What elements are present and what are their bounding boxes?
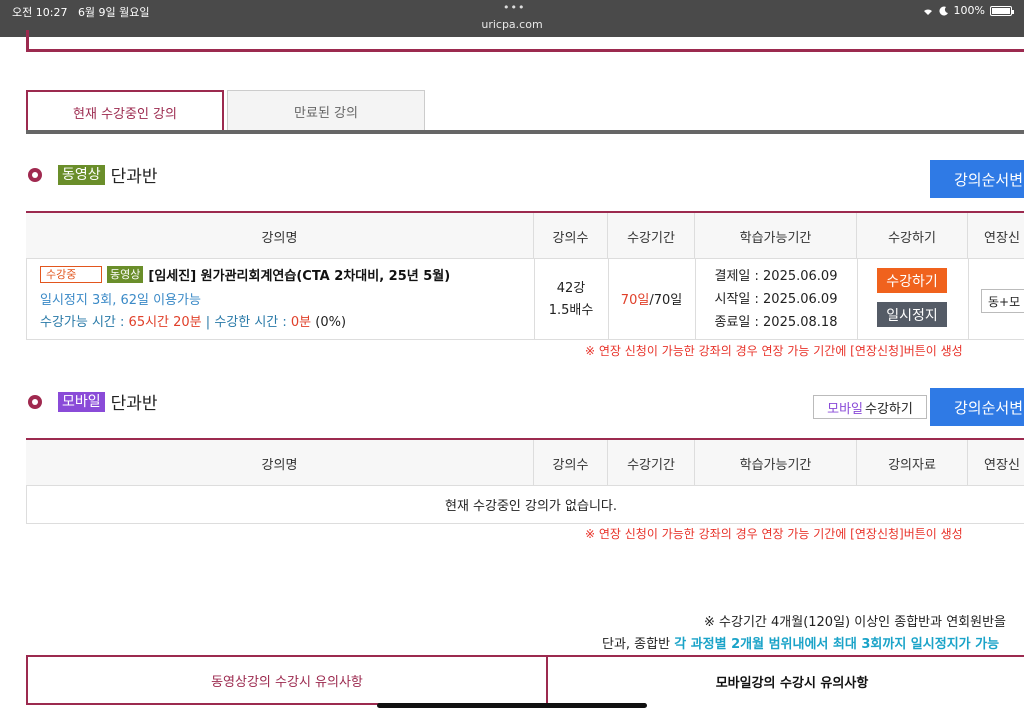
lecture-count: 42강 bbox=[556, 281, 586, 296]
col-header: 수강기간 bbox=[608, 440, 695, 486]
start-date: 시작일 : 2025.06.09 bbox=[714, 292, 838, 307]
video-table-header: 강의명 강의수 수강기간 학습가능기간 수강하기 연장신 bbox=[26, 213, 1024, 259]
col-header: 연장신 bbox=[984, 457, 1020, 473]
course-title-row: 수강중 동영상 [임세진] 원가관리회계연습(CTA 2차대비, 25년 5월) bbox=[40, 265, 450, 284]
col-header: 강의수 bbox=[534, 440, 608, 486]
status-badge: 수강중 bbox=[40, 266, 102, 283]
course-title[interactable]: [임세진] 원가관리회계연습(CTA 2차대비, 25년 5월) bbox=[148, 265, 450, 284]
col-header: 강의자료 bbox=[857, 440, 968, 486]
mobile-table-header: 강의명 강의수 수강기간 학습가능기간 강의자료 연장신 bbox=[26, 440, 1024, 486]
extend-button[interactable]: 동+모 7 bbox=[981, 289, 1024, 313]
col-header: 강의명 bbox=[26, 440, 534, 486]
top-box-frame bbox=[26, 30, 1024, 52]
divider bbox=[857, 259, 858, 340]
pause-info: 일시정지 3회, 62일 이용가능 bbox=[40, 293, 201, 308]
mobile-section-header: 모바일 단과반 bbox=[28, 389, 158, 414]
status-indicators: 100% bbox=[922, 4, 1014, 17]
lecture-order-button[interactable]: 강의순서변 bbox=[930, 388, 1024, 426]
battery-icon bbox=[990, 5, 1014, 16]
tab-video-notice[interactable]: 동영상강의 수강시 유의사항 bbox=[26, 655, 548, 705]
video-badge: 동영상 bbox=[58, 164, 105, 185]
video-section-header: 동영상 단과반 bbox=[28, 162, 158, 187]
col-header: 강의명 bbox=[26, 213, 534, 259]
lecture-order-button[interactable]: 강의순서변 bbox=[930, 160, 1024, 198]
bullet-icon bbox=[28, 394, 42, 409]
study-period: 70일/70일 bbox=[620, 293, 683, 308]
section-title: 단과반 bbox=[110, 394, 158, 414]
footer-note-1: ※ 수강기간 4개월(120일) 이상인 종합반과 연회원반을 bbox=[704, 615, 1007, 630]
battery-text: 100% bbox=[953, 4, 985, 17]
footer-note-2: 단과, 종합반 각 과정별 2개월 범위내에서 최대 3회까지 일시정지가 가능 bbox=[602, 637, 1000, 652]
extension-notice: ※ 연장 신청이 가능한 강좌의 경우 연장 가능 기간에 [연장신청]버튼이 … bbox=[585, 527, 963, 541]
moon-icon bbox=[939, 6, 948, 16]
tab-mobile-notice[interactable]: 모바일강의 수강시 유의사항 bbox=[548, 655, 1024, 705]
tab-divider bbox=[26, 130, 1024, 134]
pay-date: 결제일 : 2025.06.09 bbox=[714, 269, 838, 284]
col-header: 학습가능기간 bbox=[695, 213, 857, 259]
type-badge: 동영상 bbox=[107, 266, 144, 283]
section-title: 단과반 bbox=[110, 167, 158, 187]
bullet-icon bbox=[28, 167, 42, 182]
end-date: 종료일 : 2025.08.18 bbox=[714, 315, 838, 330]
multiplier: 1.5배수 bbox=[548, 303, 594, 318]
wifi-icon bbox=[923, 8, 932, 15]
col-header: 연장신 bbox=[984, 230, 1020, 246]
col-header: 강의수 bbox=[534, 213, 608, 259]
home-indicator[interactable] bbox=[377, 703, 647, 708]
extension-notice: ※ 연장 신청이 가능한 강좌의 경우 연장 가능 기간에 [연장신청]버튼이 … bbox=[585, 344, 963, 358]
mobile-watch-button[interactable]: 모바일 수강하기 bbox=[813, 395, 927, 419]
more-dots-icon[interactable]: ••• bbox=[503, 1, 525, 14]
empty-message: 현재 수강중인 강의가 없습니다. bbox=[444, 499, 617, 514]
tab-expired-courses[interactable]: 만료된 강의 bbox=[227, 90, 425, 132]
tab-current-courses[interactable]: 현재 수강중인 강의 bbox=[26, 90, 224, 132]
divider bbox=[968, 259, 969, 340]
col-header: 수강기간 bbox=[608, 213, 695, 259]
col-header: 수강하기 bbox=[857, 213, 968, 259]
pause-button[interactable]: 일시정지 bbox=[877, 302, 947, 327]
watch-button[interactable]: 수강하기 bbox=[877, 268, 947, 293]
mobile-badge: 모바일 bbox=[58, 391, 105, 412]
time-info: 수강가능 시간 : 65시간 20분 | 수강한 시간 : 0분 (0%) bbox=[40, 315, 347, 330]
col-header: 학습가능기간 bbox=[695, 440, 857, 486]
